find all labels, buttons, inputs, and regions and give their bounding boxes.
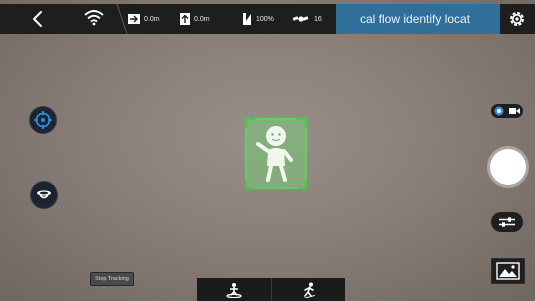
wifi-icon: [84, 10, 104, 26]
camera-icon: [494, 106, 504, 116]
target-lock-button[interactable]: [29, 106, 57, 134]
distance-readout: 0.0m: [128, 11, 160, 27]
drone-mode-button[interactable]: [30, 181, 58, 209]
altitude-value: 0.0m: [194, 15, 210, 23]
tracking-target-box[interactable]: [245, 118, 307, 189]
altitude-readout: 0.0m: [180, 11, 210, 27]
gallery-button[interactable]: [491, 258, 525, 284]
person-on-platform-icon: [226, 282, 242, 298]
battery-value: 100%: [256, 15, 274, 23]
photo-video-toggle[interactable]: [491, 104, 523, 118]
battery-icon: [243, 13, 251, 25]
follow-mode-platform-button[interactable]: [197, 278, 271, 301]
tracked-figure-icon: [256, 126, 293, 182]
follow-mode-bar: [197, 278, 345, 301]
top-status-bar: 0.0m 0.0m 100% 16 cal flow identify loca…: [0, 4, 535, 34]
distance-value: 0.0m: [144, 15, 160, 23]
drone-icon: [37, 190, 51, 199]
video-icon: [509, 108, 520, 114]
gear-icon[interactable]: [508, 10, 526, 28]
back-icon[interactable]: [28, 9, 48, 29]
walking-person-icon: [302, 282, 315, 298]
altitude-arrow-icon: [180, 13, 190, 25]
mode-title: cal flow identify locat: [336, 4, 500, 34]
satellite-icon: [292, 16, 309, 22]
follow-mode-walk-button[interactable]: [271, 278, 345, 301]
stop-tracking-button[interactable]: Stop Tracking: [90, 272, 134, 286]
crosshair-target-icon: [34, 111, 52, 129]
distance-arrow-icon: [128, 14, 140, 24]
satellite-count: 16: [314, 15, 322, 23]
battery-readout: 100%: [242, 11, 274, 27]
shutter-button[interactable]: [490, 149, 526, 185]
camera-settings-button[interactable]: [491, 212, 523, 232]
image-gallery-icon: [496, 262, 520, 280]
divider: [116, 4, 128, 34]
satellite-readout: 16: [292, 11, 322, 27]
sliders-icon: [499, 217, 515, 227]
